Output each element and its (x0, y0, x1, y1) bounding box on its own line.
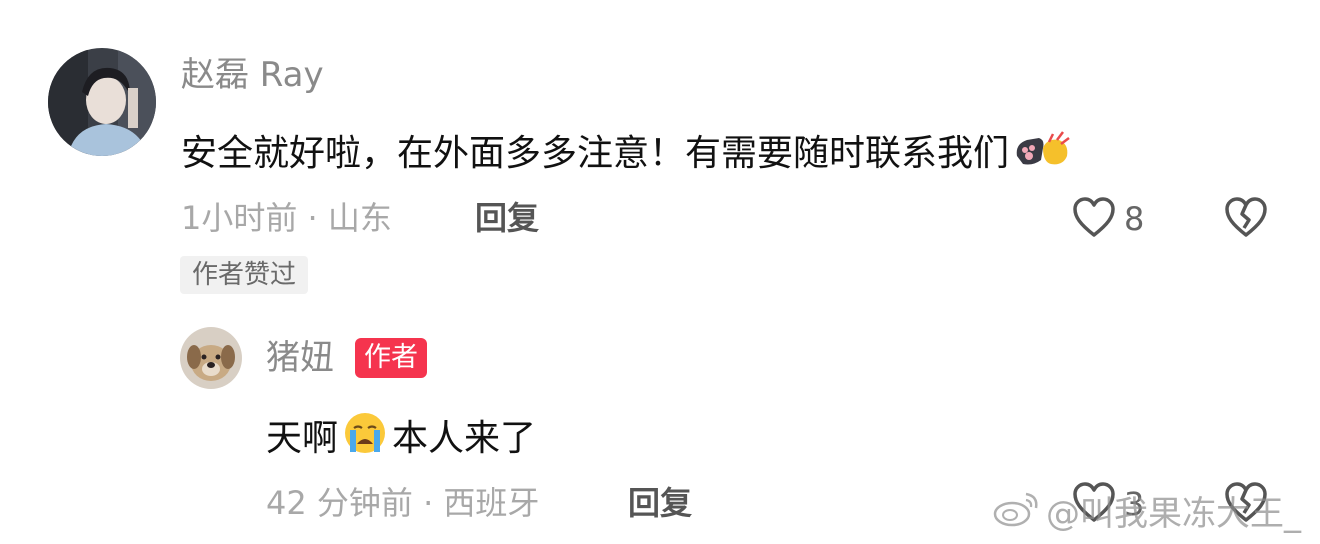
comment-body-start: 天啊 (266, 417, 339, 459)
username[interactable]: 猪妞 (266, 338, 334, 378)
fist-bump-emoji (1013, 126, 1071, 181)
comment-thread: 赵磊 Ray 安全就好啦，在外面多多注意！有需要随时联系我们 1小时前 · 山东… (0, 0, 1320, 544)
avatar[interactable] (180, 327, 242, 389)
author-badge: 作者 (355, 338, 427, 378)
heart-icon (1072, 196, 1116, 242)
dislike-broken-heart-icon[interactable] (1224, 196, 1268, 242)
author-liked-tag: 作者赞过 (180, 256, 309, 294)
like-button[interactable]: 8 (1072, 196, 1144, 242)
weibo-logo-icon (992, 488, 1042, 539)
like-count: 8 (1124, 200, 1145, 238)
comment-body: 安全就好啦，在外面多多注意！有需要随时联系我们 (181, 132, 1010, 174)
username[interactable]: 赵磊 Ray (181, 55, 324, 95)
avatar[interactable] (48, 48, 156, 156)
reply-button[interactable]: 回复 (628, 483, 692, 523)
comment-text: 天啊 本人来了 (266, 410, 536, 467)
reply-button[interactable]: 回复 (475, 198, 539, 238)
comment-body-end: 本人来了 (392, 417, 537, 459)
timestamp-location: 42 分钟前 · 西班牙 (266, 484, 540, 522)
loudly-crying-emoji (342, 410, 388, 467)
comment-text: 安全就好啦，在外面多多注意！有需要随时联系我们 (181, 126, 1071, 181)
watermark: @叫我果冻大王_ (992, 488, 1301, 539)
watermark-text: @叫我果冻大王_ (1046, 493, 1301, 534)
timestamp-location: 1小时前 · 山东 (181, 199, 392, 237)
